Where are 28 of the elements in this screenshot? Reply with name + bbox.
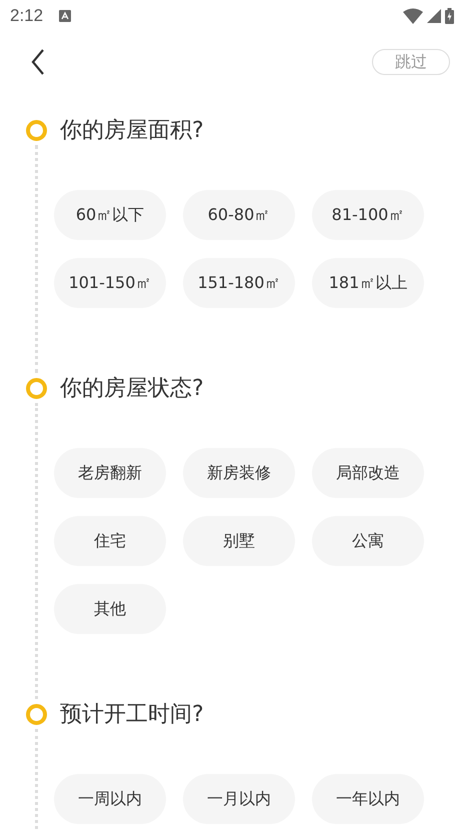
question-title: 预计开工时间? [60, 701, 204, 729]
battery-icon [445, 8, 454, 24]
wifi-icon [403, 8, 423, 24]
option-chip[interactable]: 101-150㎡ [54, 258, 166, 308]
option-chip[interactable]: 老房翻新 [54, 448, 166, 498]
option-chip[interactable]: 其他 [54, 584, 166, 634]
option-chip[interactable]: 新房装修 [183, 448, 295, 498]
option-chip[interactable]: 81-100㎡ [312, 190, 424, 240]
option-chip[interactable]: 60㎡以下 [54, 190, 166, 240]
option-chip[interactable]: 一月以内 [183, 774, 295, 824]
question-title: 你的房屋状态? [60, 375, 204, 403]
timeline-dot-icon [26, 120, 46, 140]
option-chip[interactable]: 公寓 [312, 516, 424, 566]
option-chip[interactable]: 一周以内 [54, 774, 166, 824]
option-chip[interactable]: 151-180㎡ [183, 258, 295, 308]
question-title: 你的房屋面积? [60, 117, 204, 145]
keyboard-icon [59, 10, 72, 22]
option-chip[interactable]: 别墅 [183, 516, 295, 566]
option-chip[interactable]: 60-80㎡ [183, 190, 295, 240]
timeline-dot-icon [26, 704, 46, 724]
option-chip[interactable]: 住宅 [54, 516, 166, 566]
status-time: 2:12 [10, 6, 44, 26]
timeline-dot-icon [26, 378, 46, 398]
signal-icon [427, 9, 441, 23]
option-chip[interactable]: 一年以内 [312, 774, 424, 824]
chevron-left-icon [30, 48, 46, 76]
option-chip[interactable]: 局部改造 [312, 448, 424, 498]
option-chip[interactable]: 181㎡以上 [312, 258, 424, 308]
